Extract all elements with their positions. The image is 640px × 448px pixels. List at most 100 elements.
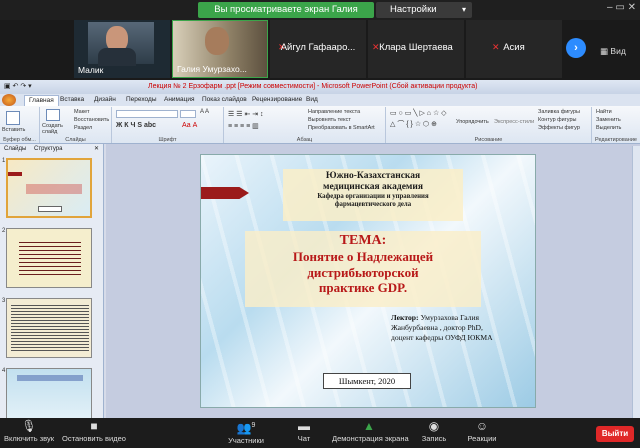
- window-controls[interactable]: – ▭ ✕: [607, 2, 636, 13]
- record-button[interactable]: ◉ Запись: [414, 418, 454, 448]
- slide-thumbnail-1[interactable]: [6, 158, 92, 218]
- record-icon: ◉: [428, 419, 440, 433]
- participant-name: Галия Умурзахо...: [177, 64, 247, 74]
- participants-icon: 👥9: [236, 421, 256, 435]
- department-text: Кафедра организации и управления фармаце…: [317, 193, 429, 208]
- tab-slideshow[interactable]: Показ слайдов: [202, 94, 247, 106]
- lecturer-degree: Жанбурбаевна , доктор PhD,: [391, 323, 483, 332]
- participant-tile-1[interactable]: Малик: [74, 20, 170, 78]
- office-button[interactable]: [2, 94, 16, 106]
- ribbon: Вставить Буфер обм... Создать слайд Маке…: [0, 106, 640, 144]
- find-button[interactable]: Найти: [596, 109, 612, 115]
- layout-button[interactable]: Макет: [74, 109, 90, 115]
- participants-button[interactable]: 👥9 Участники: [216, 418, 276, 448]
- align-buttons[interactable]: ≡ ≡ ≡ ≡ ▥: [228, 122, 259, 130]
- ribbon-tabs: Главная Вставка Дизайн Переходы Анимация…: [0, 94, 640, 106]
- leave-meeting-button[interactable]: Выйти: [596, 426, 634, 442]
- chevron-down-icon: ▾: [461, 5, 466, 14]
- tab-design[interactable]: Дизайн: [94, 94, 116, 106]
- replace-button[interactable]: Заменить: [596, 117, 621, 123]
- paste-button[interactable]: Вставить: [2, 127, 25, 133]
- lecturer-info: Лектор: Умурзахова Галия Жанбурбаевна , …: [391, 313, 533, 343]
- restore-button[interactable]: Восстановить: [74, 117, 109, 123]
- reactions-button[interactable]: ☺ Реакции: [462, 418, 502, 448]
- quick-access-icons[interactable]: ▣ ↶ ↷ ▾: [4, 80, 32, 94]
- thumb-number: 1: [2, 158, 6, 164]
- create-slide-button[interactable]: Создать слайд: [42, 123, 72, 135]
- shape-effects-button[interactable]: Эффекты фигур: [538, 125, 580, 131]
- participant-tile-4[interactable]: ✕ Клара Шертаева: [368, 20, 464, 78]
- audio-button[interactable]: 🎙 Включить звук: [0, 418, 58, 448]
- shapes-gallery-2[interactable]: △ ⌒ { } ☆ ⬡ ⊕: [390, 119, 437, 129]
- view-options-button[interactable]: Настройки просмотра ▾: [376, 2, 472, 31]
- font-name-field[interactable]: [116, 110, 178, 118]
- pane-tab-slides[interactable]: Слайды: [4, 144, 26, 154]
- participant-tile-3[interactable]: ✕ Айгул Гафааро...: [270, 20, 366, 78]
- slide-thumbnail-2[interactable]: [6, 228, 92, 288]
- thumb-text: [11, 303, 89, 353]
- group-label: Абзац: [296, 137, 313, 143]
- current-slide[interactable]: Южно-Казахстанская медицинская академия …: [200, 154, 536, 408]
- font-size-field[interactable]: [180, 110, 196, 118]
- font-color-button[interactable]: Аа A: [182, 122, 197, 129]
- video-button[interactable]: ■ Остановить видео: [60, 418, 128, 448]
- tab-home[interactable]: Главная: [24, 95, 59, 106]
- close-icon[interactable]: ✕: [94, 144, 99, 154]
- select-button[interactable]: Выделить: [596, 125, 621, 131]
- tab-insert[interactable]: Вставка: [60, 94, 84, 106]
- group-edit: Найти Заменить Выделить Редактирование: [592, 107, 640, 143]
- tab-review[interactable]: Рецензирование: [252, 94, 302, 106]
- list-buttons[interactable]: ☰ ☰ ⇤ ⇥ ↕: [228, 110, 264, 118]
- camera-icon: ■: [90, 419, 98, 433]
- participant-strip: Малик Галия Умурзахо... ✕ Айгул Гафааро.…: [0, 20, 640, 80]
- topic-line-1: Понятие о Надлежащей: [292, 249, 434, 264]
- font-style-buttons[interactable]: Ж К Ч S abc: [116, 122, 156, 129]
- next-participants-button[interactable]: ›: [566, 38, 586, 58]
- city-year-box: Шымкент, 2020: [323, 373, 411, 389]
- powerpoint-window: ▣ ↶ ↷ ▾ Лекция № 2 Ерзофарм .ppt [Режим …: [0, 80, 640, 428]
- ppt-window-title: Лекция № 2 Ерзофарм .ppt [Режим совмести…: [148, 83, 478, 90]
- video-label: Остановить видео: [62, 434, 126, 443]
- video-body: [98, 48, 136, 66]
- lecturer-label: Лектор:: [391, 313, 419, 322]
- shapes-gallery[interactable]: ▭ ○ ▭ ╲ ▷ ⌂ ☆ ◇: [390, 109, 447, 117]
- participants-label: Участники: [228, 436, 264, 445]
- thumb-box: [38, 206, 62, 212]
- align-text-button[interactable]: Выровнять текст: [308, 117, 351, 123]
- share-icon: ▲: [363, 419, 375, 433]
- institution-line-1: Южно-Казахстанская: [325, 171, 421, 181]
- vertical-scrollbar[interactable]: [632, 146, 640, 418]
- topic-line-3: практике: [318, 280, 375, 295]
- shape-outline-button[interactable]: Контур фигуры: [538, 117, 576, 123]
- slide-thumbnail-3[interactable]: [6, 298, 92, 358]
- zoom-top-bar: Вы просматриваете экран Галия Умурзакова…: [0, 0, 640, 31]
- group-label: Редактирование: [595, 137, 637, 143]
- view-button[interactable]: ▦ Вид: [600, 46, 626, 57]
- shape-fill-button[interactable]: Заливка фигуры: [538, 109, 580, 115]
- mic-muted-icon: 🎙: [21, 419, 37, 433]
- pane-tab-outline[interactable]: Структура: [34, 144, 62, 154]
- participant-tile-5[interactable]: ✕ Асия: [466, 20, 562, 78]
- chat-button[interactable]: ▬ Чат: [286, 418, 322, 448]
- arrange-button[interactable]: Упорядочить: [456, 119, 489, 125]
- participant-name: Клара Шертаева: [379, 42, 453, 53]
- thumb-text: [19, 239, 81, 275]
- text-direction-button[interactable]: Направление текста: [308, 109, 360, 115]
- participant-tile-2[interactable]: Галия Умурзахо...: [172, 20, 268, 78]
- section-button[interactable]: Раздел: [74, 125, 92, 131]
- group-slides: Создать слайд Макет Восстановить Раздел …: [40, 107, 112, 143]
- font-size-buttons[interactable]: A A: [200, 109, 209, 115]
- share-screen-button[interactable]: ▲ Демонстрация экрана: [332, 418, 409, 448]
- lecturer-position: доцент кафедры ОУФД ЮКМА: [391, 333, 493, 342]
- smartart-button[interactable]: Преобразовать в SmartArt: [308, 125, 375, 131]
- new-slide-icon[interactable]: [46, 109, 60, 121]
- topic-label: ТЕМА:: [339, 233, 387, 248]
- paste-icon[interactable]: [6, 111, 20, 125]
- tab-view[interactable]: Вид: [306, 94, 318, 106]
- tab-animation[interactable]: Анимация: [164, 94, 195, 106]
- tab-transitions[interactable]: Переходы: [126, 94, 157, 106]
- thumb-number: 4: [2, 368, 6, 374]
- express-styles-button[interactable]: Экспресс-стили: [494, 119, 534, 125]
- participant-name: Айгул Гафааро...: [280, 42, 356, 53]
- group-font: A A Ж К Ч S abc Аа A Шрифт: [112, 107, 224, 143]
